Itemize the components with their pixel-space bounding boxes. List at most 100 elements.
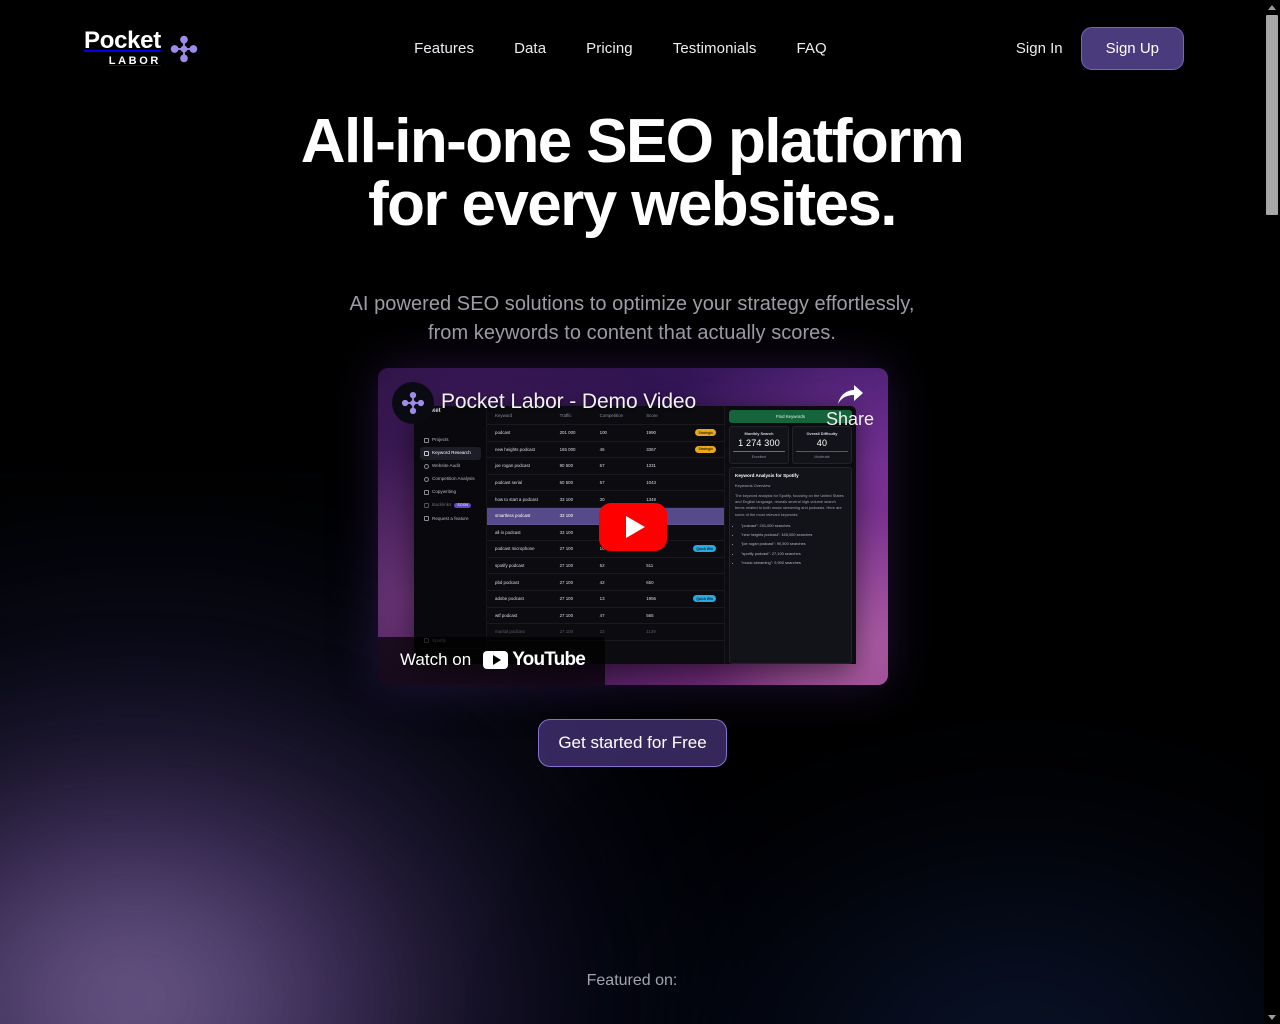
- scroll-up-arrow[interactable]: [1264, 0, 1280, 14]
- page-scrollbar[interactable]: [1264, 0, 1280, 1024]
- sidebar-item-website-audit[interactable]: Website Audit: [420, 460, 481, 473]
- traffic-cell: 165 000: [559, 446, 576, 452]
- sidebar-item-backlinks[interactable]: Backlinks SOON: [420, 499, 481, 512]
- competition-cell: 13: [599, 596, 605, 602]
- sidebar-item-request-a-feature[interactable]: Request a feature: [420, 512, 481, 525]
- sidebar-item-label: Keyword Research: [432, 450, 471, 456]
- scrollbar-thumb[interactable]: [1266, 15, 1278, 215]
- demo-video-embed[interactable]: Pocket Projects Keyword Research Website…: [378, 368, 888, 685]
- keyword-cell: smartless podcast: [495, 513, 531, 519]
- keyword-cell: spotify podcast: [495, 563, 525, 569]
- search-icon: [424, 464, 429, 469]
- hero-subtitle-line-1: AI powered SEO solutions to optimize you…: [349, 293, 915, 316]
- analysis-list-item: "spotify podcast": 27,100 searches: [741, 551, 846, 557]
- table-row[interactable]: pbd podcast 27 100 42 650: [487, 574, 724, 591]
- nav-link-faq[interactable]: FAQ: [796, 40, 826, 57]
- keyword-cell: podcast: [495, 430, 511, 436]
- table-row[interactable]: new heights podcast 165 000 46 3367 Strategi…: [487, 442, 724, 459]
- nav-link-data[interactable]: Data: [514, 40, 546, 57]
- app-main-content: Keyword Traffic Competition Score podcas…: [487, 406, 856, 664]
- traffic-cell: 33 100: [559, 513, 574, 519]
- table-row[interactable]: podcast 201 000 100 1990 Strategic: [487, 425, 724, 442]
- metric-bar: [796, 451, 848, 453]
- nav-link-testimonials[interactable]: Testimonials: [673, 40, 757, 57]
- get-started-button[interactable]: Get started for Free: [538, 719, 727, 767]
- metric-card-monthly-search: Monthly Search 1 274 300 Excellent: [729, 426, 789, 465]
- hero-title-line-2: for every websites.: [368, 170, 897, 240]
- table-row[interactable]: joe rogan podcast 90 500 67 1331: [487, 458, 724, 475]
- competition-cell: 52: [599, 563, 605, 569]
- sign-in-link[interactable]: Sign In: [1016, 40, 1063, 57]
- sidebar-item-projects[interactable]: Projects: [420, 434, 481, 447]
- featured-on-label: Featured on:: [586, 972, 678, 989]
- competition-cell: 100: [599, 430, 607, 436]
- table-row[interactable]: spotify podcast 27 100 52 511: [487, 558, 724, 575]
- sign-up-button[interactable]: Sign Up: [1080, 26, 1184, 70]
- metric-label: Moderate: [814, 455, 830, 460]
- score-cell: 565: [646, 612, 654, 618]
- nav-link-pricing[interactable]: Pricing: [586, 40, 633, 57]
- metric-bar: [733, 451, 785, 453]
- traffic-cell: 27 100: [559, 579, 574, 585]
- keyword-cell: podcast microphone: [495, 546, 535, 552]
- hero-subtitle-line-2: from keywords to content that actually s…: [427, 321, 837, 344]
- traffic-cell: 27 100: [559, 563, 574, 569]
- tag-cell: Strategic: [695, 429, 716, 437]
- sidebar-item-label: Projects: [432, 437, 449, 443]
- analysis-list-item: "music streaming": 9,900 searches: [741, 560, 846, 566]
- keyword-cell: how to start a podcast: [495, 496, 538, 502]
- share-arrow-icon: [837, 385, 863, 404]
- competition-cell: 67: [599, 463, 605, 469]
- brand-wordmark: Pocket LABOR: [84, 29, 161, 67]
- keyword-cell: wtf podcast: [495, 612, 518, 618]
- competition-cell: 47: [599, 612, 605, 618]
- competition-cell: 46: [599, 446, 605, 452]
- sidebar-item-label: Competition Analysis: [432, 476, 475, 482]
- page-title: All-in-one SEO platform for every websit…: [301, 110, 965, 240]
- score-cell: 1043: [646, 480, 656, 486]
- link-icon: [424, 503, 429, 509]
- metric-title: Monthly Search: [744, 431, 774, 436]
- sidebar-item-label: Copywriting: [432, 489, 456, 495]
- competition-cell: 42: [599, 579, 605, 585]
- video-title[interactable]: Pocket Labor - Demo Video: [441, 390, 696, 414]
- brand-subtitle: LABOR: [108, 55, 161, 67]
- tag-cell: Quick Win: [693, 595, 716, 603]
- sidebar-item-label: Website Audit: [432, 463, 461, 469]
- keyword-cell: all in podcast: [495, 529, 521, 535]
- analysis-subtitle: Keywords Overview: [735, 483, 771, 489]
- keyword-cell: new heights podcast: [495, 446, 536, 452]
- site-header: Pocket LABOR Features Data Pricing Testi…: [0, 0, 1264, 96]
- metrics-row: Monthly Search 1 274 300 Excellent Overa…: [729, 426, 852, 465]
- sidebar-item-keyword-research[interactable]: Keyword Research: [420, 447, 481, 460]
- score-cell: 1956: [646, 596, 656, 602]
- play-button[interactable]: [599, 502, 667, 551]
- pen-icon: [424, 490, 429, 495]
- traffic-cell: 27 100: [559, 596, 574, 602]
- analysis-paragraph: The keyword analysis for Spotify, focusi…: [735, 493, 844, 517]
- sidebar-item-copywriting[interactable]: Copywriting: [420, 486, 481, 499]
- share-button[interactable]: Share: [826, 384, 874, 430]
- brand-logo[interactable]: Pocket LABOR: [84, 29, 199, 67]
- analysis-list-item: "joe rogan podcast": 90,500 searches: [741, 541, 846, 547]
- nav-link-features[interactable]: Features: [414, 40, 474, 57]
- sidebar-item-competition-analysis[interactable]: Competition Analysis: [420, 473, 481, 486]
- sidebar-item-label: Backlinks: [432, 502, 452, 508]
- table-row[interactable]: adobe podcast 27 100 13 1956 Quick Win: [487, 591, 724, 608]
- grid-icon: [424, 438, 429, 443]
- watch-on-youtube-button[interactable]: Watch on YouTube: [378, 637, 606, 685]
- channel-avatar-icon: [401, 391, 425, 415]
- table-row[interactable]: podcast serial 60 500 57 1043: [487, 475, 724, 492]
- molecule-logo-icon: [170, 35, 198, 63]
- table-row[interactable]: wtf podcast 27 100 47 565: [487, 608, 724, 625]
- score-cell: 650: [646, 579, 654, 585]
- metric-card-overall-difficulty: Overall Difficulty 40 Moderate: [792, 426, 852, 465]
- channel-avatar[interactable]: [392, 382, 434, 424]
- analysis-keyword-list: "podcast": 201,000 searches "new heights …: [735, 523, 846, 566]
- keyword-cell: joe rogan podcast: [495, 463, 530, 469]
- analysis-title: Keyword Analysis for Spotify: [735, 473, 799, 479]
- score-cell: 1139: [646, 629, 656, 635]
- keyword-cell: pbd podcast: [495, 579, 519, 585]
- traffic-cell: 60 500: [559, 480, 574, 486]
- scroll-down-arrow[interactable]: [1264, 1010, 1280, 1024]
